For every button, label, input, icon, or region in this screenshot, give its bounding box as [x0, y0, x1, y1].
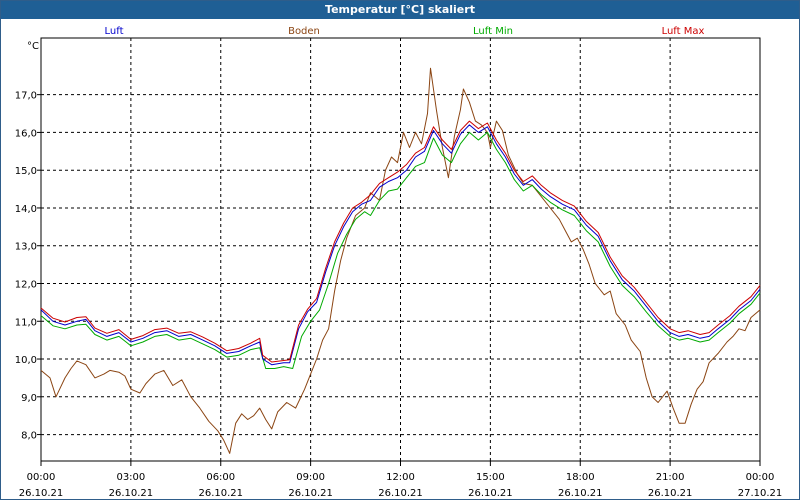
- x-tick-date-label: 26.10.21: [288, 488, 333, 499]
- x-tick-date-label: 27.10.21: [738, 488, 783, 499]
- x-tick-time-label: 09:00: [296, 472, 325, 483]
- x-tick-time-label: 03:00: [116, 472, 145, 483]
- y-tick-label: 16,0: [15, 128, 37, 139]
- x-tick-time-label: 06:00: [206, 472, 235, 483]
- x-tick-date-label: 26.10.21: [378, 488, 423, 499]
- x-tick-date-label: 26.10.21: [198, 488, 243, 499]
- x-tick-date-label: 26.10.21: [109, 488, 154, 499]
- y-tick-label: 12,0: [15, 279, 37, 290]
- y-tick-label: 14,0: [15, 204, 37, 215]
- y-tick-label: 9,0: [21, 393, 37, 404]
- x-tick-time-label: 00:00: [27, 472, 56, 483]
- legend-item-boden: Boden: [288, 26, 320, 37]
- x-tick-date-label: 26.10.21: [468, 488, 513, 499]
- y-tick-label: 13,0: [15, 242, 37, 253]
- y-tick-label: 8,0: [21, 431, 37, 442]
- x-tick-time-label: 00:00: [746, 472, 775, 483]
- x-tick-date-label: 26.10.21: [19, 488, 64, 499]
- y-axis-unit-label: °C: [27, 41, 39, 52]
- x-tick-time-label: 18:00: [566, 472, 595, 483]
- x-tick-date-label: 26.10.21: [558, 488, 603, 499]
- legend-item-luft-max: Luft Max: [662, 26, 705, 37]
- legend-item-luft: Luft: [105, 26, 124, 37]
- series-line-luft-max: [40, 120, 761, 363]
- y-tick-label: 15,0: [15, 166, 37, 177]
- chart-title: Temperatur [°C] skaliert: [1, 1, 799, 19]
- temperature-chart: Luft Boden Luft Min Luft Max °C 8,0 9,0 10,0 11,…: [15, 26, 783, 499]
- legend-item-luft-min: Luft Min: [473, 26, 513, 37]
- y-tick-label: 10,0: [15, 355, 37, 366]
- x-tick-date-label: 26.10.21: [648, 488, 693, 499]
- y-tick-label: 11,0: [15, 317, 37, 328]
- x-tick-time-label: 21:00: [656, 472, 685, 483]
- chart-window: Temperatur [°C] skaliert Luft Boden Luft M…: [0, 0, 800, 500]
- x-tick-time-label: 15:00: [476, 472, 505, 483]
- x-tick-time-label: 12:00: [386, 472, 415, 483]
- y-tick-label: 17,0: [15, 91, 37, 102]
